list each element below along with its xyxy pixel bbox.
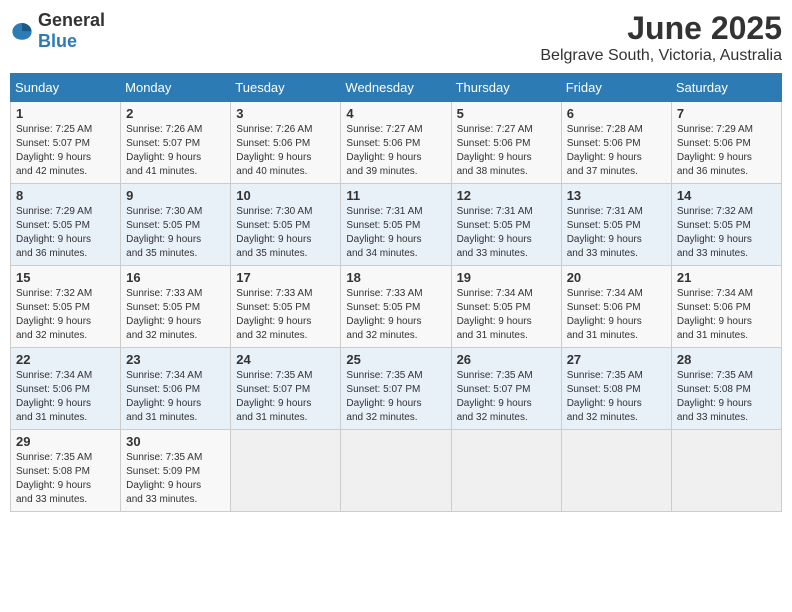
- calendar-day-4: 4Sunrise: 7:27 AMSunset: 5:06 PMDaylight…: [341, 102, 451, 184]
- calendar-empty-cell: [451, 430, 561, 512]
- calendar-day-5: 5Sunrise: 7:27 AMSunset: 5:06 PMDaylight…: [451, 102, 561, 184]
- calendar-day-7: 7Sunrise: 7:29 AMSunset: 5:06 PMDaylight…: [671, 102, 781, 184]
- calendar-day-20: 20Sunrise: 7:34 AMSunset: 5:06 PMDayligh…: [561, 266, 671, 348]
- calendar-day-2: 2Sunrise: 7:26 AMSunset: 5:07 PMDaylight…: [121, 102, 231, 184]
- calendar-day-25: 25Sunrise: 7:35 AMSunset: 5:07 PMDayligh…: [341, 348, 451, 430]
- calendar-empty-cell: [341, 430, 451, 512]
- header-monday: Monday: [121, 74, 231, 102]
- calendar-day-23: 23Sunrise: 7:34 AMSunset: 5:06 PMDayligh…: [121, 348, 231, 430]
- calendar-day-18: 18Sunrise: 7:33 AMSunset: 5:05 PMDayligh…: [341, 266, 451, 348]
- main-title: June 2025: [540, 10, 782, 47]
- logo-general: General: [38, 10, 105, 30]
- calendar-day-29: 29Sunrise: 7:35 AMSunset: 5:08 PMDayligh…: [11, 430, 121, 512]
- header-saturday: Saturday: [671, 74, 781, 102]
- header: General Blue June 2025 Belgrave South, V…: [10, 10, 782, 65]
- logo: General Blue: [10, 10, 105, 52]
- calendar-day-9: 9Sunrise: 7:30 AMSunset: 5:05 PMDaylight…: [121, 184, 231, 266]
- calendar-day-16: 16Sunrise: 7:33 AMSunset: 5:05 PMDayligh…: [121, 266, 231, 348]
- calendar-day-14: 14Sunrise: 7:32 AMSunset: 5:05 PMDayligh…: [671, 184, 781, 266]
- header-thursday: Thursday: [451, 74, 561, 102]
- calendar-day-27: 27Sunrise: 7:35 AMSunset: 5:08 PMDayligh…: [561, 348, 671, 430]
- logo-icon: [10, 19, 34, 43]
- header-tuesday: Tuesday: [231, 74, 341, 102]
- logo-text: General Blue: [38, 10, 105, 52]
- calendar-empty-cell: [561, 430, 671, 512]
- calendar-day-26: 26Sunrise: 7:35 AMSunset: 5:07 PMDayligh…: [451, 348, 561, 430]
- logo-blue: Blue: [38, 31, 77, 51]
- subtitle: Belgrave South, Victoria, Australia: [540, 47, 782, 65]
- header-sunday: Sunday: [11, 74, 121, 102]
- calendar-table: Sunday Monday Tuesday Wednesday Thursday…: [10, 73, 782, 512]
- calendar-day-11: 11Sunrise: 7:31 AMSunset: 5:05 PMDayligh…: [341, 184, 451, 266]
- calendar-day-21: 21Sunrise: 7:34 AMSunset: 5:06 PMDayligh…: [671, 266, 781, 348]
- calendar-day-6: 6Sunrise: 7:28 AMSunset: 5:06 PMDaylight…: [561, 102, 671, 184]
- calendar-day-13: 13Sunrise: 7:31 AMSunset: 5:05 PMDayligh…: [561, 184, 671, 266]
- calendar-day-10: 10Sunrise: 7:30 AMSunset: 5:05 PMDayligh…: [231, 184, 341, 266]
- calendar-day-1: 1Sunrise: 7:25 AMSunset: 5:07 PMDaylight…: [11, 102, 121, 184]
- calendar-day-3: 3Sunrise: 7:26 AMSunset: 5:06 PMDaylight…: [231, 102, 341, 184]
- calendar-day-8: 8Sunrise: 7:29 AMSunset: 5:05 PMDaylight…: [11, 184, 121, 266]
- header-friday: Friday: [561, 74, 671, 102]
- header-wednesday: Wednesday: [341, 74, 451, 102]
- title-section: June 2025 Belgrave South, Victoria, Aust…: [540, 10, 782, 65]
- calendar-empty-cell: [671, 430, 781, 512]
- calendar-day-24: 24Sunrise: 7:35 AMSunset: 5:07 PMDayligh…: [231, 348, 341, 430]
- calendar-day-15: 15Sunrise: 7:32 AMSunset: 5:05 PMDayligh…: [11, 266, 121, 348]
- calendar-day-28: 28Sunrise: 7:35 AMSunset: 5:08 PMDayligh…: [671, 348, 781, 430]
- calendar-header-row: Sunday Monday Tuesday Wednesday Thursday…: [11, 74, 782, 102]
- calendar-day-12: 12Sunrise: 7:31 AMSunset: 5:05 PMDayligh…: [451, 184, 561, 266]
- calendar-day-19: 19Sunrise: 7:34 AMSunset: 5:05 PMDayligh…: [451, 266, 561, 348]
- calendar-day-17: 17Sunrise: 7:33 AMSunset: 5:05 PMDayligh…: [231, 266, 341, 348]
- calendar-day-30: 30Sunrise: 7:35 AMSunset: 5:09 PMDayligh…: [121, 430, 231, 512]
- calendar-empty-cell: [231, 430, 341, 512]
- calendar-day-22: 22Sunrise: 7:34 AMSunset: 5:06 PMDayligh…: [11, 348, 121, 430]
